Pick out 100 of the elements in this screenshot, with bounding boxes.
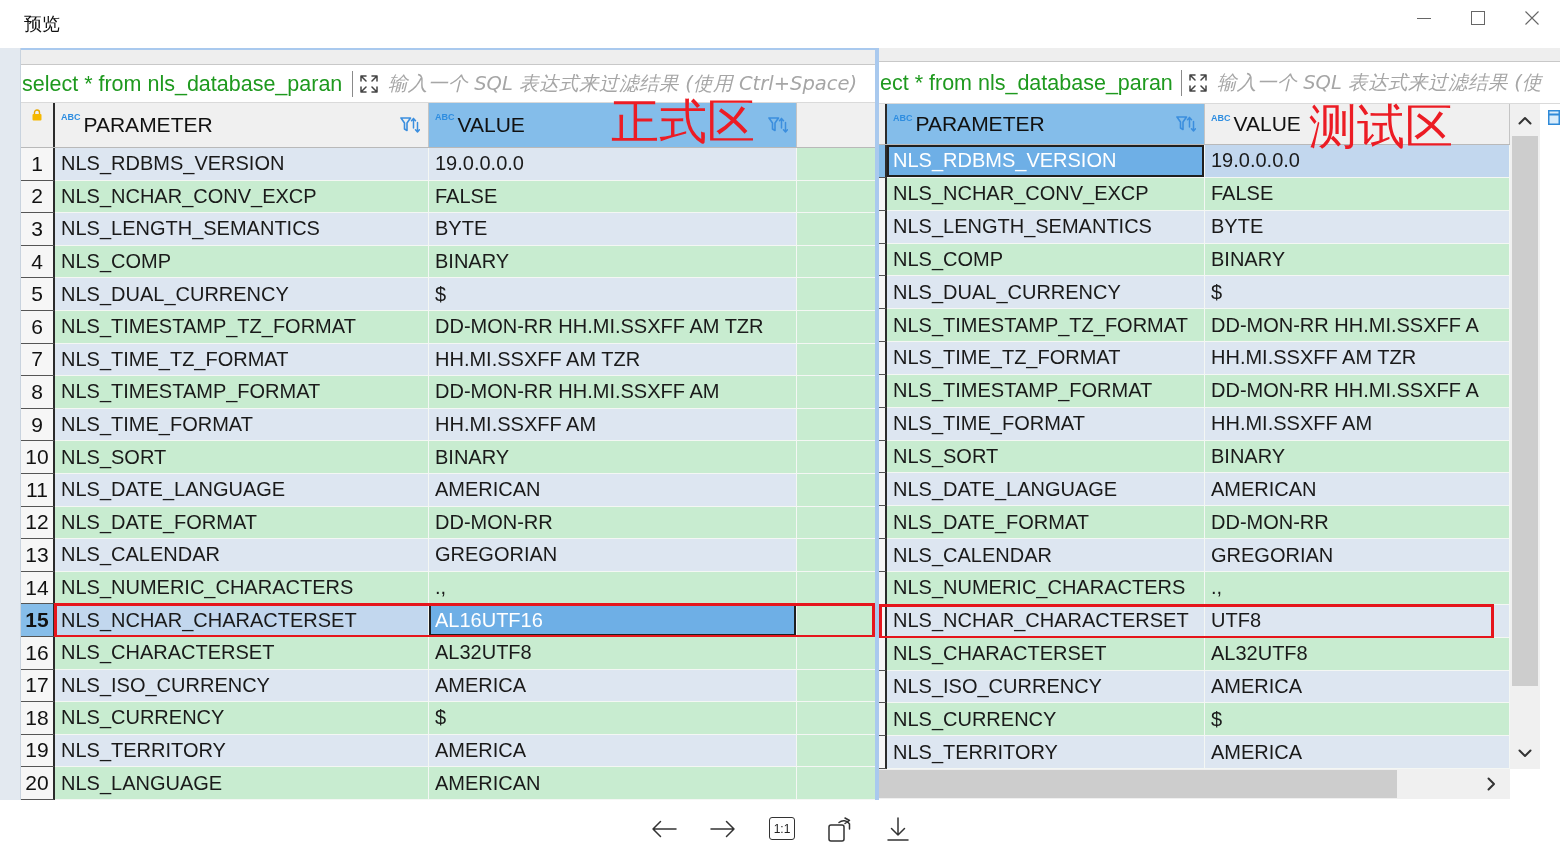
table-cell: DD-MON-RR (1205, 506, 1510, 540)
row-header[interactable] (879, 670, 887, 704)
row-header[interactable] (879, 736, 887, 770)
table-cell: NLS_TIMESTAMP_TZ_FORMAT (55, 310, 429, 344)
close-icon[interactable] (1525, 11, 1539, 25)
table-cell: NLS_NUMERIC_CHARACTERS (887, 571, 1205, 605)
chevron-up-icon[interactable] (1518, 116, 1532, 125)
row-number[interactable]: 2 (21, 180, 55, 214)
table-cell: $ (429, 278, 797, 311)
row-header[interactable] (879, 243, 887, 277)
table-cell: BYTE (1205, 210, 1510, 244)
expand-icon[interactable] (1189, 73, 1207, 92)
table-cell: NLS_LANGUAGE (55, 767, 429, 800)
table-cell: AMERICAN (429, 473, 797, 507)
row-number[interactable]: 16 (21, 636, 55, 670)
table-cell: DD-MON-RR (429, 506, 797, 540)
maximize-icon[interactable] (1471, 11, 1485, 25)
table-cell: NLS_LENGTH_SEMANTICS (55, 213, 429, 246)
table-cell: AL32UTF8 (1205, 637, 1510, 671)
row-number[interactable]: 9 (21, 408, 55, 442)
chevron-right-icon[interactable] (1487, 777, 1496, 792)
row-number[interactable]: 1 (21, 148, 55, 181)
row-number[interactable]: 19 (21, 734, 55, 768)
table-cell: FALSE (429, 180, 797, 214)
table-cell: DD-MON-RR HH.MI.SSXFF A (1205, 374, 1510, 408)
table-cell: NLS_DUAL_CURRENCY (887, 276, 1205, 310)
row-number[interactable]: 14 (21, 571, 55, 605)
filter-sort-icon[interactable] (400, 115, 420, 135)
table-cell: NLS_TIME_FORMAT (887, 407, 1205, 441)
scrollbar-thumb[interactable] (879, 770, 1397, 799)
row-number[interactable]: 6 (21, 310, 55, 344)
table-cell: BINARY (1205, 440, 1510, 474)
row-number[interactable]: 4 (21, 245, 55, 279)
row-header[interactable] (879, 374, 887, 408)
scrollbar-thumb[interactable] (1512, 136, 1538, 686)
chevron-down-icon[interactable] (1518, 749, 1532, 759)
table-cell: DD-MON-RR HH.MI.SSXFF AM (429, 376, 797, 409)
row-number[interactable]: 18 (21, 702, 55, 735)
type-label: ABC (1211, 113, 1231, 123)
query-text: ect * from nls_database_paran (879, 69, 1174, 97)
table-cell: NLS_SORT (55, 441, 429, 474)
row-number[interactable]: 13 (21, 539, 55, 572)
row-number[interactable]: 15 (21, 604, 55, 637)
table-cell: $ (1205, 703, 1510, 737)
table-cell: FALSE (1205, 177, 1510, 211)
table-cell: NLS_CURRENCY (55, 702, 429, 735)
row-header[interactable] (879, 309, 887, 343)
row-header[interactable] (879, 210, 887, 244)
table-cell: NLS_COMP (55, 245, 429, 279)
row-header[interactable] (879, 177, 887, 211)
row-number[interactable]: 20 (21, 767, 55, 800)
download-icon[interactable] (887, 816, 909, 841)
filter-field[interactable]: 输入一个 SQL 表达式来过滤结果 (使 (1211, 71, 1560, 94)
panel-icon[interactable] (1548, 110, 1560, 125)
table-cell: NLS_CHARACTERSET (55, 636, 429, 670)
row-header[interactable] (879, 539, 887, 572)
row-header[interactable] (879, 276, 887, 310)
row-number[interactable]: 8 (21, 376, 55, 409)
table-cell: NLS_TERRITORY (887, 736, 1205, 770)
table-cell: NLS_CALENDAR (887, 539, 1205, 572)
table-cell: NLS_DUAL_CURRENCY (55, 278, 429, 311)
table-cell: NLS_CHARACTERSET (887, 637, 1205, 671)
table-cell: 19.0.0.0.0 (429, 148, 797, 181)
row-header[interactable] (879, 407, 887, 441)
table-cell: NLS_ISO_CURRENCY (887, 670, 1205, 704)
row-header[interactable] (879, 506, 887, 540)
row-header[interactable] (879, 145, 887, 178)
table-cell: BINARY (1205, 243, 1510, 277)
table-cell: HH.MI.SSXFF AM (429, 408, 797, 442)
row-header[interactable] (879, 703, 887, 737)
actual-size-button[interactable]: 1:1 (769, 817, 795, 840)
table-cell: AMERICAN (429, 767, 797, 800)
row-number[interactable]: 11 (21, 473, 55, 507)
table-cell: NLS_TIMESTAMP_TZ_FORMAT (887, 309, 1205, 343)
table-cell: NLS_DATE_LANGUAGE (55, 473, 429, 507)
row-number[interactable]: 10 (21, 441, 55, 474)
table-cell: AL16UTF16 (429, 604, 797, 637)
table-cell: NLS_CALENDAR (55, 539, 429, 572)
row-number[interactable]: 5 (21, 278, 55, 311)
row-header[interactable] (879, 440, 887, 474)
row-header[interactable] (879, 473, 887, 507)
row-number[interactable]: 17 (21, 669, 55, 703)
row-number[interactable]: 12 (21, 506, 55, 540)
row-header[interactable] (879, 342, 887, 375)
table-cell: HH.MI.SSXFF AM (1205, 407, 1510, 441)
row-header[interactable] (879, 571, 887, 605)
row-number[interactable]: 7 (21, 343, 55, 377)
table-cell: NLS_LENGTH_SEMANTICS (887, 210, 1205, 244)
filter-field[interactable]: 输入一个 SQL 表达式来过滤结果 (使用 Ctrl+Space) (382, 72, 875, 95)
type-label: ABC (435, 112, 455, 122)
row-header[interactable] (879, 637, 887, 671)
table-cell: NLS_TIME_FORMAT (55, 408, 429, 442)
table-cell: AMERICA (429, 734, 797, 768)
arrow-right-icon[interactable] (710, 818, 736, 839)
table-cell: NLS_NCHAR_CONV_EXCP (55, 180, 429, 214)
expand-icon[interactable] (360, 74, 378, 93)
arrow-left-icon[interactable] (651, 818, 677, 839)
row-number[interactable]: 3 (21, 213, 55, 246)
table-cell: $ (429, 702, 797, 735)
table-cell: BINARY (429, 441, 797, 474)
